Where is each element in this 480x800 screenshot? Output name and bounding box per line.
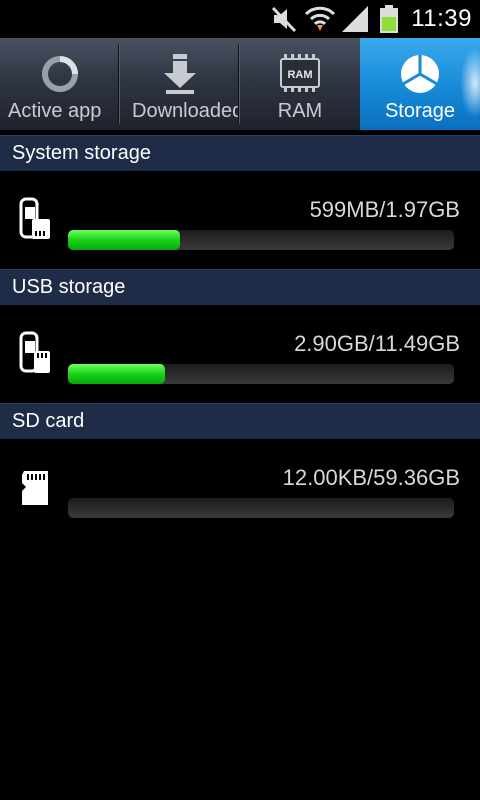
section-header-usb-storage: USB storage	[0, 269, 480, 305]
battery-icon	[380, 5, 398, 33]
tab-storage[interactable]: Storage	[360, 38, 480, 130]
system-storage-icon	[19, 197, 50, 239]
download-icon	[164, 54, 196, 94]
storage-pie-icon	[401, 55, 439, 93]
wifi-icon	[304, 6, 336, 31]
storage-progress-bar	[68, 230, 454, 250]
sd-card-icon	[22, 471, 48, 505]
storage-progress-fill	[68, 364, 165, 384]
usage-text: 2.90GB/11.49GB	[294, 331, 460, 356]
tab-glow	[460, 48, 480, 118]
mute-icon	[271, 6, 297, 33]
section-header-system-storage: System storage	[0, 135, 480, 171]
storage-progress-bar	[68, 498, 454, 518]
tab-bar: Active app Downloaded RAM RAM Storage	[0, 38, 480, 130]
tab-downloaded[interactable]: Downloaded	[120, 38, 240, 130]
tab-label: RAM	[277, 100, 323, 122]
usage-text: 599MB/1.97GB	[309, 197, 460, 222]
ram-icon: RAM	[280, 54, 320, 92]
storage-row-usb[interactable]: 2.90GB/11.49GB	[0, 305, 480, 403]
usb-storage-icon	[19, 331, 50, 373]
tab-ram[interactable]: RAM RAM	[240, 38, 360, 130]
storage-row-sd-card[interactable]: 12.00KB/59.36GB	[0, 439, 480, 537]
signal-icon	[342, 6, 368, 32]
status-bar: 11:39	[0, 0, 480, 38]
section-header-sd-card: SD card	[0, 403, 480, 439]
tab-label: Active app	[8, 100, 102, 122]
ram-icon-text: RAM	[287, 69, 312, 81]
tab-active-app[interactable]: Active app	[0, 38, 120, 130]
clock: 11:39	[411, 5, 472, 32]
storage-row-system[interactable]: 599MB/1.97GB	[0, 171, 480, 269]
usage-text: 12.00KB/59.36GB	[282, 465, 460, 490]
storage-progress-fill	[68, 230, 180, 250]
storage-progress-bar	[68, 364, 454, 384]
active-app-icon	[42, 56, 78, 92]
tab-label: Downloaded	[132, 100, 240, 122]
